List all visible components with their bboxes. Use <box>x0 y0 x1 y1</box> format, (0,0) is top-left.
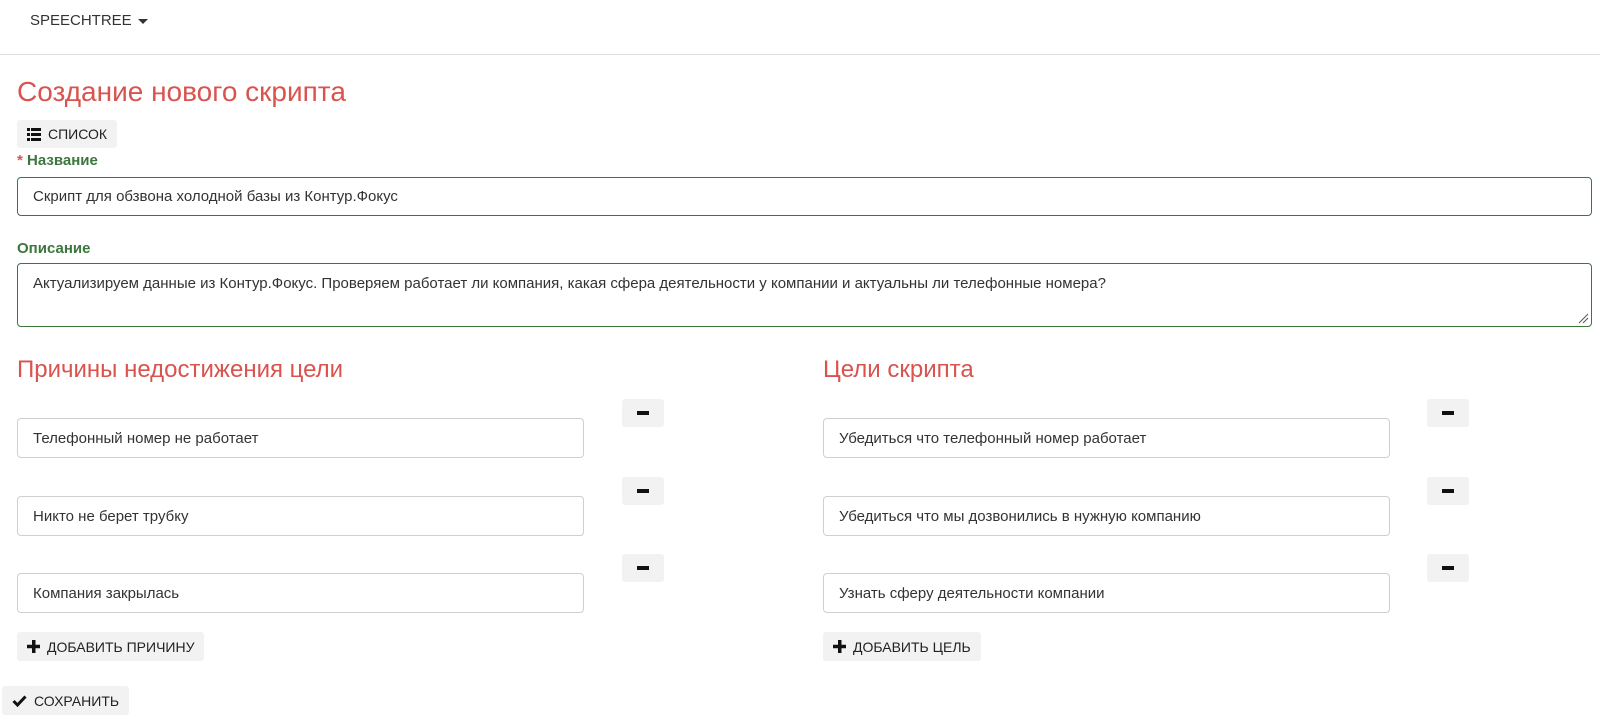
add-reason-button[interactable]: ДОБАВИТЬ ПРИЧИНУ <box>17 632 205 661</box>
remove-goal-button[interactable] <box>1427 477 1469 505</box>
goal-input[interactable] <box>823 573 1390 613</box>
description-textarea[interactable]: Актуализируем данные из Контур.Фокус. Пр… <box>17 263 1592 327</box>
save-button[interactable]: СОХРАНИТЬ <box>2 686 130 715</box>
minus-icon <box>1442 489 1454 493</box>
add-goal-label: ДОБАВИТЬ ЦЕЛЬ <box>853 638 971 655</box>
reason-input[interactable] <box>17 418 584 458</box>
plus-icon <box>27 640 40 653</box>
remove-goal-button[interactable] <box>1427 399 1469 427</box>
add-goal-button[interactable]: ДОБАВИТЬ ЦЕЛЬ <box>823 632 981 661</box>
goal-input[interactable] <box>823 496 1390 536</box>
remove-reason-button[interactable] <box>622 554 664 582</box>
list-button[interactable]: СПИСОК <box>17 120 118 148</box>
save-button-label: СОХРАНИТЬ <box>34 692 120 709</box>
minus-icon <box>637 411 649 415</box>
caret-down-icon <box>137 19 148 24</box>
minus-icon <box>1442 566 1454 570</box>
remove-reason-button[interactable] <box>622 399 664 427</box>
remove-goal-button[interactable] <box>1427 554 1469 582</box>
goals-section-title: Цели скрипта <box>823 356 974 383</box>
minus-icon <box>637 566 649 570</box>
top-navbar: SPEECHTREE <box>0 0 1600 55</box>
description-label: Описание <box>17 240 91 257</box>
reason-input[interactable] <box>17 496 584 536</box>
check-icon <box>12 694 27 707</box>
name-label: * Название <box>17 152 98 169</box>
name-input[interactable] <box>17 177 1592 216</box>
brand-label: SPEECHTREE <box>30 12 132 29</box>
list-icon <box>27 127 41 141</box>
name-label-text: Название <box>27 152 98 169</box>
list-button-label: СПИСОК <box>48 126 108 142</box>
reason-input[interactable] <box>17 573 584 613</box>
add-reason-label: ДОБАВИТЬ ПРИЧИНУ <box>47 638 195 655</box>
goal-input[interactable] <box>823 418 1390 458</box>
reasons-section-title: Причины недостижения цели <box>17 356 344 383</box>
brand-dropdown[interactable]: SPEECHTREE <box>30 12 148 29</box>
minus-icon <box>1442 411 1454 415</box>
plus-icon <box>833 640 846 653</box>
minus-icon <box>637 489 649 493</box>
required-marker: * <box>17 152 23 169</box>
resize-grip-icon[interactable] <box>1577 312 1589 324</box>
page-title: Создание нового скрипта <box>17 76 346 107</box>
remove-reason-button[interactable] <box>622 477 664 505</box>
